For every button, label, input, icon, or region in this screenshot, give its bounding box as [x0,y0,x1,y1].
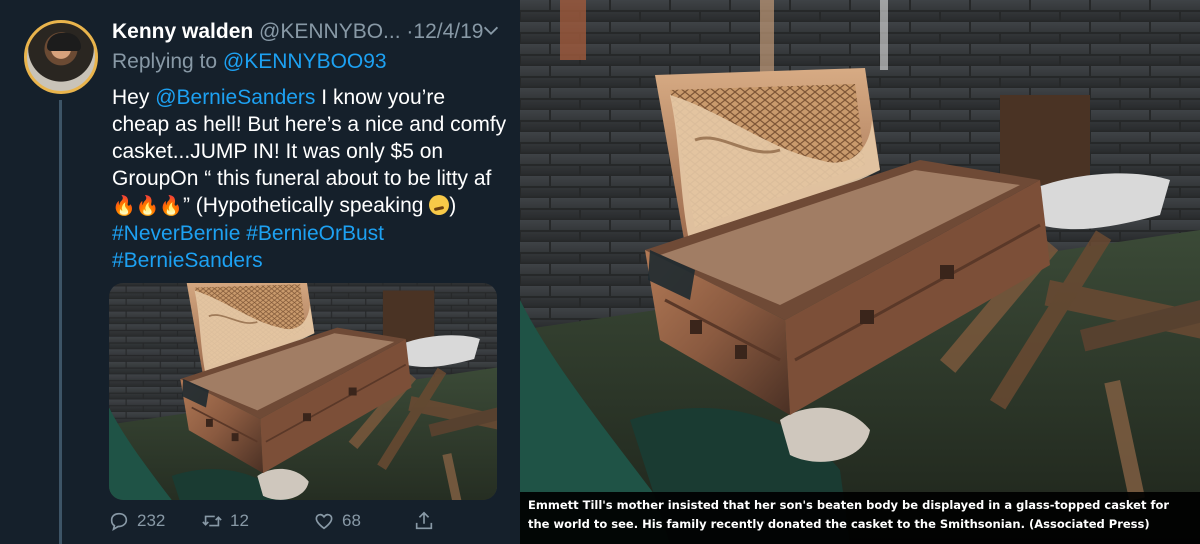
thread-line [59,100,62,544]
like-count: 68 [342,511,361,530]
tweet-card: Kenny walden @KENNYBO... ·12/4/19 Replyi… [0,0,520,544]
share-icon [415,511,433,530]
heart-icon [315,513,333,530]
photo-caption: Emmett Till's mother insisted that her s… [520,492,1200,544]
retweet-icon [202,515,222,527]
tweet-actions: 232 12 68 [108,510,438,538]
user-handle[interactable]: @KENNYBO... [259,20,401,43]
display-name[interactable]: Kenny walden [112,20,253,43]
chevron-down-icon[interactable] [480,20,502,42]
replying-to-handle[interactable]: @KENNYBOO93 [223,50,387,73]
smirk-emoji-icon [429,195,450,215]
reply-icon [110,512,128,531]
like-button[interactable]: 68 [313,510,361,532]
tweet-text-part: ” (Hypothetically speaking [182,194,430,217]
hashtag-link[interactable]: #NeverBernie [112,222,240,245]
tweet-header: Kenny walden @KENNYBO... ·12/4/19 [112,20,483,44]
tweet-text-part: Hey [112,86,156,109]
reply-count: 232 [137,511,166,530]
tweet-text: Hey @BernieSanders I know you’re cheap a… [112,84,507,274]
hashtag-link[interactable]: #BernieSanders [112,249,263,272]
tweet-date[interactable]: 12/4/19 [413,20,483,43]
replying-to-label: Replying to [112,50,218,73]
share-button[interactable] [413,510,435,532]
retweet-count: 12 [230,511,249,530]
tweet-text-part: ) [449,194,457,217]
avatar[interactable] [24,20,98,94]
mention-link[interactable]: @BernieSanders [155,86,315,109]
casket-photo [109,283,497,500]
article-photo: Emmett Till's mother insisted that her s… [520,0,1200,544]
tweet-media-image[interactable] [109,283,497,500]
replying-to: Replying to @KENNYBOO93 [112,50,387,74]
fire-emoji: 🔥🔥🔥 [112,195,183,217]
hashtag-link[interactable]: #BernieOrBust [246,222,384,245]
reply-button[interactable]: 232 [108,510,165,532]
casket-photo [520,0,1200,544]
retweet-button[interactable]: 12 [201,510,249,532]
